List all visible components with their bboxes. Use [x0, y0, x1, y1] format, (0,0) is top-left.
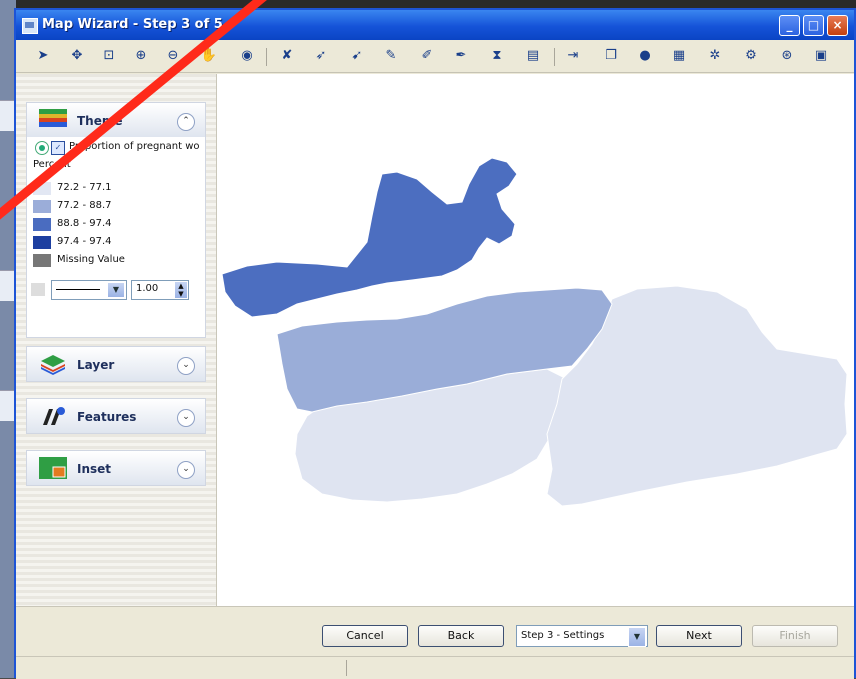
spinner-arrows-icon[interactable]: ▲ ▼	[175, 282, 187, 298]
legend-swatch	[33, 236, 51, 249]
layer-panel-title: Layer	[77, 358, 115, 372]
theme-panel-title: Theme	[77, 114, 123, 128]
legend-range: 97.4 - 97.4	[57, 236, 112, 247]
back-button[interactable]: Back	[418, 625, 504, 647]
zoom-box-icon[interactable]: ⊡	[100, 47, 118, 65]
info-icon[interactable]: ●	[636, 47, 654, 65]
legend-swatch	[33, 200, 51, 213]
globe-icon[interactable]: ◉	[238, 47, 256, 65]
layer-panel-header[interactable]: Layer ⌄	[27, 347, 205, 381]
status-bar	[16, 656, 854, 679]
legend-swatch	[33, 182, 51, 195]
title-bar[interactable]: Map Wizard - Step 3 of 5 _ □ ×	[16, 10, 854, 40]
draw-icon[interactable]: ✐	[418, 47, 436, 65]
maximize-button[interactable]: □	[803, 15, 824, 36]
legend-range: 88.8 - 97.4	[57, 218, 112, 229]
inset-icon	[39, 457, 67, 479]
pointer-icon[interactable]: ➶	[312, 47, 330, 65]
choropleth-map	[221, 157, 848, 507]
theme-radio[interactable]	[35, 141, 49, 155]
line-color-swatch[interactable]	[31, 283, 45, 296]
map-toolbar: ➤ ✥ ⊡ ⊕ ⊖ ✋ ◉ ✘ ➶ ➹ ✎ ✐ ✒ ⧗ ▤ ⇥ ❐ ● ▦ ✲ …	[16, 40, 854, 73]
theme-panel-header[interactable]: Theme ⌃	[27, 103, 205, 137]
theme-panel: Theme ⌃ ✓ Proportion of pregnant women P…	[26, 102, 206, 338]
map-region-north[interactable]	[221, 157, 518, 318]
pointer-plus-icon[interactable]: ➹	[348, 47, 366, 65]
zoom-extent-icon[interactable]: ⊛	[778, 47, 796, 65]
cancel-button[interactable]: Cancel	[322, 625, 408, 647]
layers-icon	[41, 355, 65, 375]
sidebar: Theme ⌃ ✓ Proportion of pregnant women P…	[16, 74, 217, 606]
theme-icon	[39, 109, 67, 127]
wizard-button-bar: Cancel Back Step 3 - Settings ▼ Next Fin…	[16, 606, 854, 657]
pan-center-icon[interactable]: ✥	[68, 47, 86, 65]
select-arrow-icon[interactable]: ➤	[34, 47, 52, 65]
features-panel-title: Features	[77, 410, 137, 424]
status-bar-divider	[346, 660, 347, 676]
line-style-preview	[56, 289, 100, 290]
pencil-icon[interactable]: ✎	[382, 47, 400, 65]
finish-button: Finish	[752, 625, 838, 647]
measure-icon[interactable]: ⧗	[488, 47, 506, 65]
map-canvas[interactable]	[217, 74, 854, 606]
layout-icon[interactable]: ▦	[670, 47, 688, 65]
theme-panel-body: ✓ Proportion of pregnant women Percent 7…	[27, 137, 205, 337]
collapse-chevron-icon[interactable]: ⌃	[177, 113, 195, 131]
map-wizard-window: Map Wizard - Step 3 of 5 _ □ × ➤ ✥ ⊡ ⊕ ⊖…	[14, 8, 856, 679]
step-select[interactable]: Step 3 - Settings ▼	[516, 625, 648, 647]
inset-panel: Inset ⌄	[26, 450, 206, 486]
expand-chevron-icon[interactable]: ⌄	[177, 357, 195, 375]
select-tool-icon[interactable]: ✘	[278, 47, 296, 65]
copy-map-icon[interactable]: ❐	[602, 47, 620, 65]
features-icon	[43, 407, 65, 425]
chevron-down-icon[interactable]: ▼	[628, 627, 646, 647]
toolbar-separator	[554, 48, 555, 66]
hand-pan-icon[interactable]: ✋	[200, 47, 218, 65]
inset-panel-title: Inset	[77, 462, 112, 476]
export-icon[interactable]: ⇥	[564, 47, 582, 65]
window-title: Map Wizard - Step 3 of 5	[42, 17, 223, 32]
features-panel: Features ⌄	[26, 398, 206, 434]
toolbar-separator	[266, 48, 267, 66]
features-panel-header[interactable]: Features ⌄	[27, 399, 205, 433]
app-icon	[22, 18, 38, 34]
legend-range: 72.2 - 77.1	[57, 182, 112, 193]
line-style-select[interactable]: ▼	[51, 280, 127, 300]
zoom-out-icon[interactable]: ⊖	[164, 47, 182, 65]
table-icon[interactable]: ▤	[524, 47, 542, 65]
theme-indicator-name: Proportion of pregnant women	[69, 141, 199, 152]
legend-swatch	[33, 218, 51, 231]
legend-range: Missing Value	[57, 254, 125, 265]
inset-panel-header[interactable]: Inset ⌄	[27, 451, 205, 485]
layer-panel: Layer ⌄	[26, 346, 206, 382]
edit-shape-icon[interactable]: ✒	[452, 47, 470, 65]
labels-icon[interactable]: ✲	[706, 47, 724, 65]
settings-icon[interactable]: ⚙	[742, 47, 760, 65]
step-select-value: Step 3 - Settings	[521, 630, 605, 641]
expand-chevron-icon[interactable]: ⌄	[177, 461, 195, 479]
chevron-down-icon[interactable]: ▼	[107, 282, 125, 298]
line-width-value[interactable]: 1.00	[136, 283, 158, 294]
window-icon[interactable]: ▣	[812, 47, 830, 65]
legend-units-label: Percent	[33, 159, 71, 170]
zoom-in-icon[interactable]: ⊕	[132, 47, 150, 65]
theme-checkbox[interactable]: ✓	[51, 141, 65, 155]
legend-swatch	[33, 254, 51, 267]
minimize-button[interactable]: _	[779, 15, 800, 36]
close-button[interactable]: ×	[827, 15, 848, 36]
next-button[interactable]: Next	[656, 625, 742, 647]
legend-range: 77.2 - 88.7	[57, 200, 112, 211]
expand-chevron-icon[interactable]: ⌄	[177, 409, 195, 427]
line-width-stepper[interactable]: 1.00 ▲ ▼	[131, 280, 189, 300]
